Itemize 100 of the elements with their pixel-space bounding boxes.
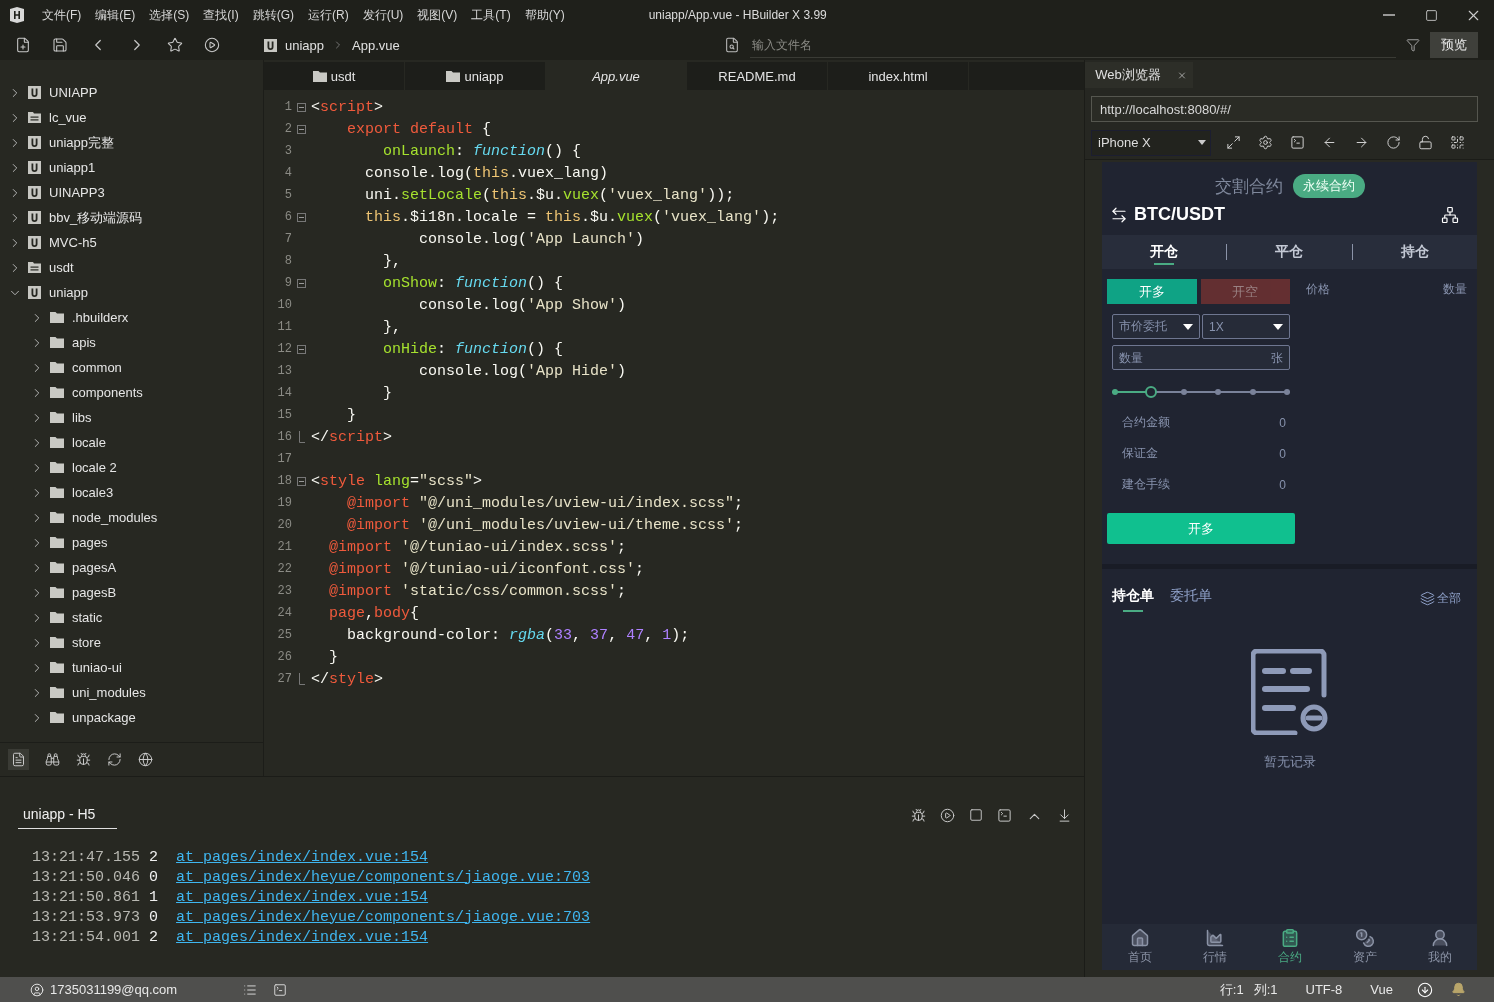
tree-item[interactable]: usdt xyxy=(0,255,263,280)
forward-button[interactable] xyxy=(1354,135,1369,150)
tree-item[interactable]: uniapp完整 xyxy=(0,130,263,155)
fold-icon[interactable] xyxy=(297,212,306,222)
restart-button[interactable] xyxy=(940,808,955,825)
binoculars-button[interactable] xyxy=(45,752,60,767)
notification-button[interactable] xyxy=(1451,982,1466,997)
order-type-select[interactable]: 市价委托 xyxy=(1112,314,1200,339)
tree-item[interactable]: UINAPP3 xyxy=(0,180,263,205)
menu-item[interactable]: 视图(V) xyxy=(417,6,458,24)
terminal-button[interactable] xyxy=(1290,135,1305,150)
close-tab-button[interactable] xyxy=(1171,62,1193,88)
fold-icon[interactable] xyxy=(297,102,306,112)
console-tab[interactable]: uniapp - H5 xyxy=(18,806,118,829)
trade-tab[interactable]: 持仓 xyxy=(1352,235,1477,269)
tree-item[interactable]: lc_vue xyxy=(0,105,263,130)
menu-item[interactable]: 查找(I) xyxy=(203,6,239,24)
preview-button[interactable]: 预览 xyxy=(1430,32,1478,58)
refresh-button[interactable] xyxy=(107,752,122,767)
tree-item[interactable]: static xyxy=(0,605,263,630)
nav-item[interactable]: 合约 xyxy=(1252,924,1327,970)
browser-tab[interactable]: Web浏览器 xyxy=(1085,62,1171,88)
unlock-button[interactable] xyxy=(1418,135,1433,150)
menu-item[interactable]: 跳转(G) xyxy=(252,6,294,24)
tree-item[interactable]: uni_modules xyxy=(0,680,263,705)
language-mode[interactable]: Vue xyxy=(1370,982,1393,997)
terminal-button[interactable] xyxy=(273,982,288,997)
log-link[interactable]: at pages/index/heyue/components/jiaoge.vue:703 xyxy=(176,868,591,886)
menu-item[interactable]: 工具(T) xyxy=(471,6,511,24)
trade-tab[interactable]: 平仓 xyxy=(1227,235,1352,269)
new-file-button[interactable] xyxy=(15,37,31,53)
menu-item[interactable]: 文件(F) xyxy=(42,6,82,24)
order-tab[interactable]: 委托单 xyxy=(1170,587,1212,609)
tree-item[interactable]: uniapp1 xyxy=(0,155,263,180)
tree-item[interactable]: tuniao-ui xyxy=(0,655,263,680)
encoding[interactable]: UTF-8 xyxy=(1305,982,1343,997)
save-button[interactable] xyxy=(52,37,68,53)
menu-item[interactable]: 运行(R) xyxy=(308,6,349,24)
file-list-button[interactable] xyxy=(8,749,29,770)
tree-item[interactable]: uniapp xyxy=(0,280,263,305)
fold-icon[interactable] xyxy=(297,124,306,134)
breadcrumb-item[interactable]: uniapp xyxy=(285,37,325,53)
tree-item[interactable]: locale 2 xyxy=(0,455,263,480)
trade-tab[interactable]: 开仓 xyxy=(1102,235,1227,269)
tree-item[interactable]: common xyxy=(0,355,263,380)
tree-item[interactable]: libs xyxy=(0,405,263,430)
nav-item[interactable]: 首页 xyxy=(1102,924,1177,970)
menu-item[interactable]: 编辑(E) xyxy=(95,6,136,24)
tree-item[interactable]: pagesB xyxy=(0,580,263,605)
tree-item[interactable]: unpackage xyxy=(0,705,263,730)
tree-item[interactable]: MVC-h5 xyxy=(0,230,263,255)
back-button[interactable] xyxy=(1322,135,1337,150)
log-link[interactable]: at pages/index/index.vue:154 xyxy=(176,848,429,866)
nav-item[interactable]: 行情 xyxy=(1177,924,1252,970)
nav-item[interactable]: 资产 xyxy=(1327,924,1402,970)
qr-code-button[interactable] xyxy=(1450,135,1465,150)
tree-item[interactable]: UNIAPP xyxy=(0,80,263,105)
tree-item[interactable]: locale3 xyxy=(0,480,263,505)
tree-item[interactable]: bbv_移动端源码 xyxy=(0,205,263,230)
list-button[interactable] xyxy=(243,982,258,997)
fold-icon[interactable] xyxy=(297,344,306,354)
download-button[interactable] xyxy=(1417,981,1433,998)
bug-button[interactable] xyxy=(76,752,91,767)
tree-item[interactable]: pages xyxy=(0,530,263,555)
tree-item[interactable]: apis xyxy=(0,330,263,355)
fold-icon[interactable] xyxy=(297,278,306,288)
terminal-button[interactable] xyxy=(997,808,1012,825)
globe-button[interactable] xyxy=(138,752,153,767)
tree-item[interactable]: .hbuilderx xyxy=(0,305,263,330)
order-tab[interactable]: 持仓单 xyxy=(1112,587,1154,609)
reload-button[interactable] xyxy=(1386,135,1401,150)
breadcrumb-item[interactable]: App.vue xyxy=(352,37,400,53)
settings-button[interactable] xyxy=(1258,135,1273,150)
menu-item[interactable]: 发行(U) xyxy=(362,6,404,24)
menu-item[interactable]: 选择(S) xyxy=(149,6,190,24)
leverage-select[interactable]: 1X xyxy=(1202,314,1290,339)
menu-item[interactable]: 帮助(Y) xyxy=(524,6,565,24)
tree-item[interactable]: components xyxy=(0,380,263,405)
tree-item[interactable]: locale xyxy=(0,430,263,455)
resize-button[interactable] xyxy=(1226,135,1241,150)
fold-icon[interactable] xyxy=(297,476,306,486)
run-button[interactable] xyxy=(204,37,220,53)
tree-item[interactable]: pagesA xyxy=(0,555,263,580)
editor-tab[interactable]: App.vue xyxy=(546,62,687,90)
device-select[interactable]: iPhone X xyxy=(1091,129,1211,156)
nav-item[interactable]: 我的 xyxy=(1402,924,1477,970)
bell-icon xyxy=(1451,982,1466,997)
log-link[interactable]: at pages/index/heyue/components/jiaoge.vue:703 xyxy=(176,908,591,926)
contract-tab[interactable]: 交割合约 xyxy=(1214,174,1283,198)
star-button[interactable] xyxy=(167,37,183,53)
tree-item[interactable]: store xyxy=(0,630,263,655)
amount-slider[interactable] xyxy=(1112,386,1290,398)
debug-button[interactable] xyxy=(911,808,926,825)
log-link[interactable]: at pages/index/index.vue:154 xyxy=(176,928,429,946)
url-field[interactable]: http://localhost:8080/#/ xyxy=(1091,96,1478,122)
log-link[interactable]: at pages/index/index.vue:154 xyxy=(176,888,429,906)
scroll-down-button[interactable] xyxy=(1057,808,1072,825)
file-search-field[interactable]: 输入文件名 xyxy=(750,32,1396,58)
filter-all-button[interactable]: 全部 xyxy=(1414,588,1467,608)
tree-item[interactable]: node_modules xyxy=(0,505,263,530)
